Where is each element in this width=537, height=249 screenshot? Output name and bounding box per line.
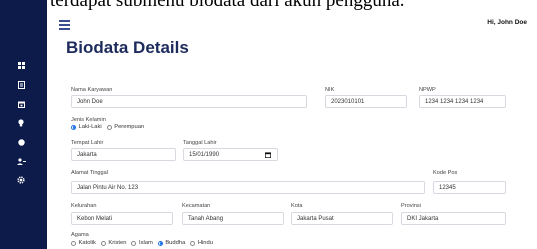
nik-label: NIK: [325, 87, 335, 93]
tempat-lahir-label: Tempat Lahir: [71, 140, 104, 146]
tanggal-lahir-label: Tanggal Lahir: [183, 140, 217, 146]
alamat-tinggal-label: Alamat Tinggal: [71, 170, 109, 176]
tempat-lahir-input[interactable]: Jakarta: [71, 148, 176, 161]
kota-input[interactable]: Jakarta Pusat: [291, 212, 393, 225]
circle-icon[interactable]: [15, 136, 27, 148]
radio-button-checked[interactable]: [71, 124, 76, 130]
hamburger-menu-icon[interactable]: [59, 20, 70, 30]
tanggal-lahir-value: 15/01/1990: [189, 151, 220, 158]
calendar-picker-icon[interactable]: [265, 152, 271, 158]
gear-icon[interactable]: [15, 174, 27, 186]
document-caption: terdapat submenu biodata dari akun pengg…: [50, 0, 405, 11]
radio-button[interactable]: [100, 240, 106, 246]
radio-button[interactable]: [71, 240, 76, 246]
radio-buddha[interactable]: Buddha: [157, 240, 186, 246]
radio-label: Islam: [138, 240, 153, 246]
radio-katolik[interactable]: Katolik: [71, 240, 96, 246]
radio-perempuan[interactable]: Perempuan: [106, 124, 145, 130]
agama-radio-group: Katolik Kristen Islam Buddha Hindu: [71, 240, 218, 246]
kecamatan-label: Kecamatan: [182, 203, 211, 209]
nik-input[interactable]: 2023010101: [325, 95, 407, 108]
radio-label: Laki-Laki: [78, 124, 102, 130]
radio-label: Katolik: [78, 240, 96, 246]
nama-karyawan-label: Nama Karyawan: [71, 87, 113, 93]
lightbulb-icon[interactable]: [15, 117, 27, 129]
tanggal-lahir-input[interactable]: 15/01/1990: [183, 148, 278, 161]
radio-button[interactable]: [190, 240, 196, 246]
radio-label: Hindu: [197, 240, 213, 246]
provinsi-input[interactable]: DKI Jakarta: [401, 212, 506, 225]
alamat-tinggal-input[interactable]: Jalan Pintu Air No. 123: [71, 181, 425, 194]
radio-label: Perempuan: [114, 124, 145, 130]
sidebar: [0, 0, 47, 249]
document-icon[interactable]: [15, 79, 27, 91]
radio-islam[interactable]: Islam: [131, 240, 153, 246]
kota-label: Kota: [291, 203, 303, 209]
radio-button-checked[interactable]: [157, 240, 163, 246]
page-title: Biodata Details: [66, 38, 189, 57]
radio-kristen[interactable]: Kristen: [100, 240, 127, 246]
radio-label: Kristen: [108, 240, 127, 246]
radio-button[interactable]: [131, 240, 137, 246]
npwp-label: NPWP: [419, 87, 436, 93]
radio-label: Buddha: [165, 240, 186, 246]
nama-karyawan-input[interactable]: John Doe: [71, 95, 307, 108]
user-greeting[interactable]: Hi, John Doe: [487, 19, 527, 26]
grid-icon[interactable]: [15, 59, 27, 71]
kelurahan-input[interactable]: Kebon Melati: [71, 212, 173, 225]
provinsi-label: Provinsi: [401, 203, 421, 209]
calendar-icon[interactable]: [15, 98, 27, 110]
kecamatan-input[interactable]: Tanah Abang: [182, 212, 284, 225]
kelurahan-label: Kelurahan: [71, 203, 97, 209]
jenis-kelamin-label: Jenis Kelamin: [71, 117, 106, 123]
jenis-kelamin-radio-group: Laki-Laki Perempuan: [71, 124, 149, 130]
users-icon[interactable]: [15, 155, 27, 167]
radio-hindu[interactable]: Hindu: [190, 240, 213, 246]
agama-label: Agama: [71, 232, 89, 238]
kode-pos-input[interactable]: 12345: [433, 181, 506, 194]
kode-pos-label: Kode Pos: [433, 170, 458, 176]
radio-laki-laki[interactable]: Laki-Laki: [71, 124, 102, 130]
radio-button[interactable]: [106, 124, 112, 130]
npwp-input[interactable]: 1234 1234 1234 1234: [419, 95, 506, 108]
